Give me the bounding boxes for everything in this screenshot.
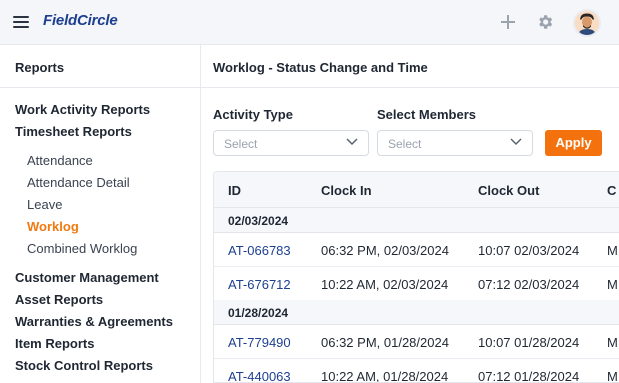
- activity-type-label: Activity Type: [213, 107, 293, 122]
- select-members-select[interactable]: Select: [377, 130, 533, 156]
- row-clock-out: 10:07 01/28/2024: [478, 335, 580, 350]
- table-group-row: 02/03/2024: [214, 208, 619, 233]
- main-content: Worklog - Status Change and Time Activit…: [201, 45, 619, 383]
- column-header-id[interactable]: ID: [228, 183, 241, 198]
- select-members-placeholder: Select: [388, 137, 422, 151]
- select-members-label: Select Members: [377, 107, 476, 122]
- plus-icon[interactable]: [500, 14, 516, 30]
- activity-type-placeholder: Select: [224, 137, 258, 151]
- sidebar-item-combined-worklog[interactable]: Combined Worklog: [27, 241, 137, 256]
- row-id[interactable]: AT-066783: [228, 243, 291, 258]
- table-header: ID Clock In Clock Out C: [214, 172, 619, 208]
- column-header-clock-in[interactable]: Clock In: [321, 183, 372, 198]
- table-row[interactable]: AT-440063 10:22 AM, 01/28/2024 07:12 01/…: [214, 359, 619, 383]
- sidebar-group-customer-management[interactable]: Customer Management: [15, 270, 159, 285]
- sidebar-group-timesheet-reports[interactable]: Timesheet Reports: [15, 124, 132, 139]
- table-row[interactable]: AT-676712 10:22 AM, 02/03/2024 07:12 02/…: [214, 267, 619, 301]
- user-avatar-icon: [575, 11, 599, 35]
- sidebar-group-asset-reports[interactable]: Asset Reports: [15, 292, 103, 307]
- page-title: Worklog - Status Change and Time: [201, 45, 619, 88]
- sidebar-group-warranties-agreements[interactable]: Warranties & Agreements: [15, 314, 173, 329]
- group-date: 02/03/2024: [228, 214, 289, 228]
- activity-type-select[interactable]: Select: [213, 130, 369, 156]
- row-clock-in: 10:22 AM, 01/28/2024: [321, 369, 449, 383]
- chevron-down-icon: [346, 138, 358, 146]
- sidebar-group-stock-control-reports[interactable]: Stock Control Reports: [15, 358, 153, 373]
- column-header-truncated[interactable]: C: [607, 183, 616, 198]
- avatar[interactable]: [573, 9, 601, 37]
- row-id[interactable]: AT-676712: [228, 277, 291, 292]
- row-extra: M: [607, 277, 618, 292]
- row-clock-out: 07:12 01/28/2024: [478, 369, 580, 383]
- gear-icon[interactable]: [536, 13, 554, 31]
- sidebar-item-attendance-detail[interactable]: Attendance Detail: [27, 175, 130, 190]
- row-clock-out: 07:12 02/03/2024: [478, 277, 580, 292]
- sidebar-group-item-reports[interactable]: Item Reports: [15, 336, 94, 351]
- table-row[interactable]: AT-066783 06:32 PM, 02/03/2024 10:07 02/…: [214, 233, 619, 267]
- worklog-table: ID Clock In Clock Out C 02/03/2024 AT-06…: [213, 171, 619, 383]
- sidebar-group-work-activity-reports[interactable]: Work Activity Reports: [15, 102, 150, 117]
- sidebar-item-leave[interactable]: Leave: [27, 197, 62, 212]
- row-clock-in: 10:22 AM, 02/03/2024: [321, 277, 449, 292]
- row-id[interactable]: AT-440063: [228, 369, 291, 382]
- row-id[interactable]: AT-779490: [228, 335, 291, 350]
- app-logo[interactable]: FieldCircle: [43, 12, 118, 29]
- table-group-row: 01/28/2024: [214, 300, 619, 325]
- sidebar-title: Reports: [0, 45, 200, 88]
- column-header-clock-out[interactable]: Clock Out: [478, 183, 539, 198]
- apply-button[interactable]: Apply: [545, 130, 602, 156]
- row-clock-out: 10:07 02/03/2024: [478, 243, 580, 258]
- sidebar-item-attendance[interactable]: Attendance: [27, 153, 93, 168]
- menu-icon[interactable]: [13, 15, 29, 29]
- group-date: 01/28/2024: [228, 306, 289, 320]
- row-extra: M: [607, 335, 618, 350]
- row-clock-in: 06:32 PM, 01/28/2024: [321, 335, 449, 350]
- table-row[interactable]: AT-779490 06:32 PM, 01/28/2024 10:07 01/…: [214, 325, 619, 359]
- row-clock-in: 06:32 PM, 02/03/2024: [321, 243, 449, 258]
- sidebar-item-worklog[interactable]: Worklog: [27, 219, 79, 234]
- chevron-down-icon: [510, 138, 522, 146]
- row-extra: M: [607, 369, 618, 383]
- top-bar: FieldCircle: [0, 0, 619, 45]
- sidebar: Reports Work Activity Reports Timesheet …: [0, 45, 201, 383]
- row-extra: M: [607, 243, 618, 258]
